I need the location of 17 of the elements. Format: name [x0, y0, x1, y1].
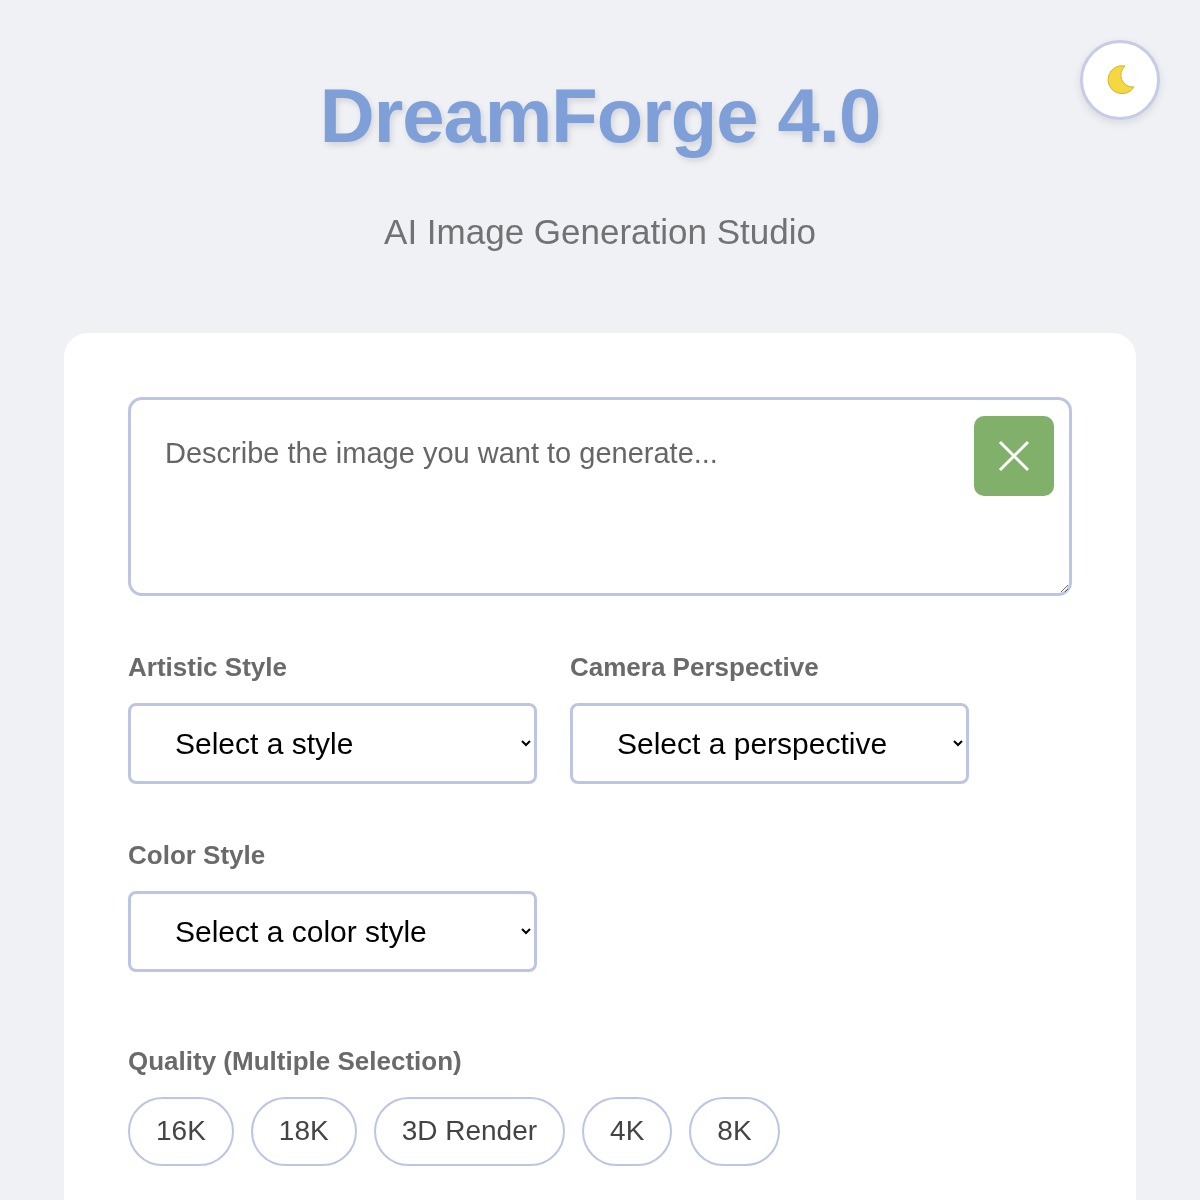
close-icon: [998, 439, 1030, 472]
quality-chip[interactable]: 16K: [128, 1096, 234, 1166]
field-label: Artistic Style: [128, 650, 288, 684]
quality-chip[interactable]: 18K: [250, 1096, 357, 1166]
field-label: Quality (Multiple Selection): [128, 1044, 463, 1078]
dropdown[interactable]: Select a style: [128, 702, 537, 784]
field-label: Camera Perspective: [570, 650, 820, 684]
prompt-field[interactable]: Describe the image you want to generate...: [128, 396, 1072, 596]
theme-toggle-button[interactable]: [1080, 40, 1160, 120]
field-label: Color Style: [128, 838, 267, 872]
quality-chip[interactable]: 3D Render: [373, 1096, 566, 1166]
quality-chip[interactable]: 4K: [582, 1096, 673, 1166]
clear-button[interactable]: [974, 415, 1054, 496]
quality-chip[interactable]: 8K: [689, 1096, 780, 1166]
app-subtitle: AI Image Generation Studio: [383, 211, 817, 253]
dropdown[interactable]: Select a color style: [128, 890, 537, 972]
dropdown[interactable]: Select a perspective: [570, 702, 969, 784]
